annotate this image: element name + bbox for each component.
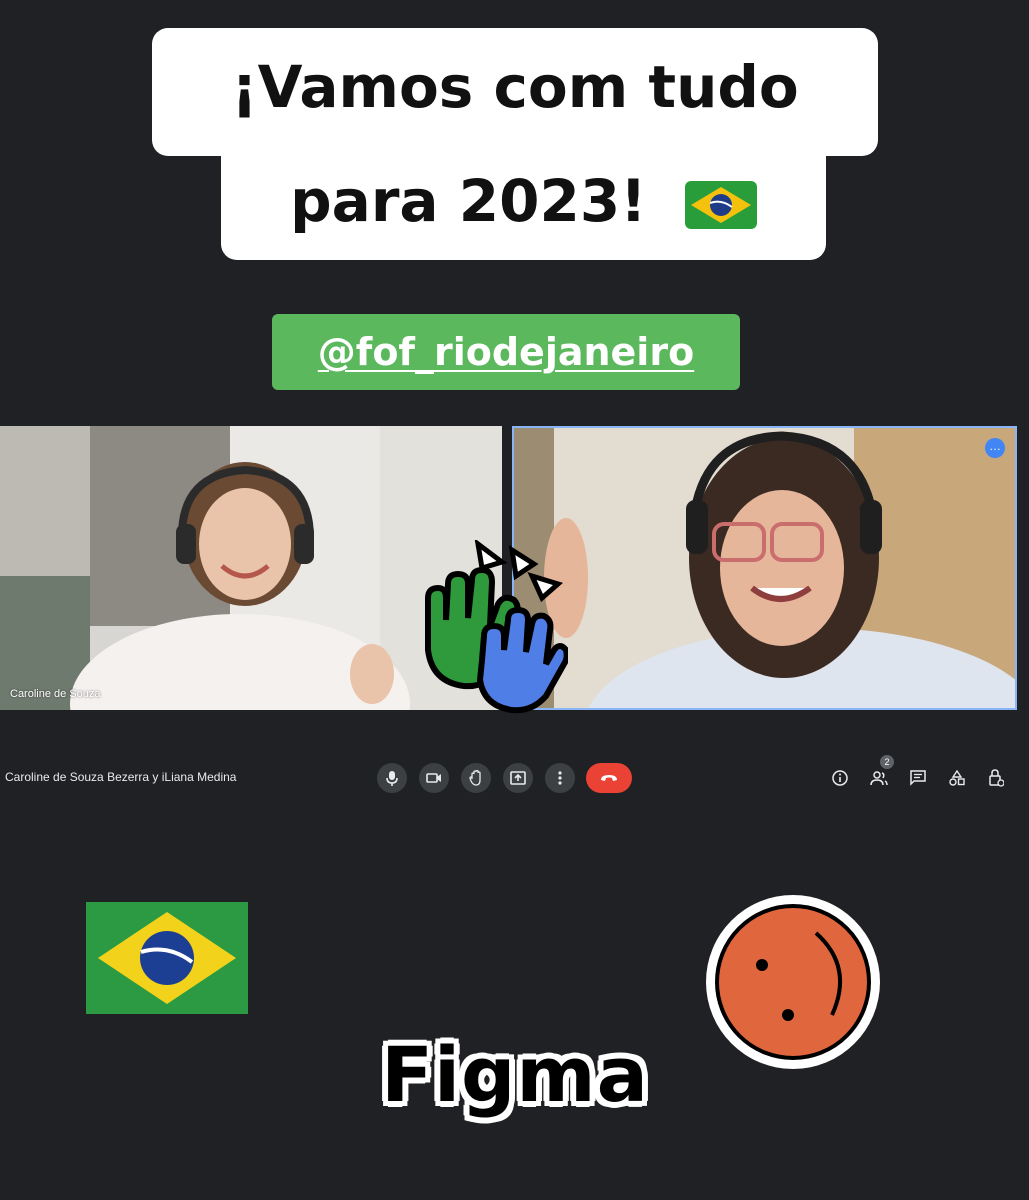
camera-button[interactable] [419, 763, 449, 793]
activities-icon [949, 770, 965, 786]
end-call-icon [601, 775, 617, 781]
figma-text-sticker: Figma [381, 1030, 649, 1119]
tile-more-options-icon[interactable]: … [985, 438, 1005, 458]
participant-name-left: Caroline de Souza [10, 688, 101, 700]
mic-button[interactable] [377, 763, 407, 793]
chat-button[interactable] [906, 766, 930, 790]
participant-video-right [514, 428, 1015, 708]
brazil-flag-sticker [86, 902, 248, 1014]
info-icon [832, 770, 848, 786]
caption-line-2: para 2023! [221, 140, 826, 260]
video-tile-right-active[interactable]: … [512, 426, 1017, 710]
present-icon [510, 771, 526, 785]
people-button[interactable] [867, 766, 891, 790]
more-vert-icon [558, 771, 562, 785]
end-call-button[interactable] [586, 763, 632, 793]
people-count-badge: 2 [880, 755, 894, 769]
caption-text-1: ¡Vamos com tudo [231, 53, 799, 121]
people-icon [870, 771, 888, 786]
high-five-hands-sticker [425, 540, 568, 714]
meeting-details-button[interactable] [828, 766, 852, 790]
host-controls-icon [989, 769, 1004, 787]
activities-button[interactable] [945, 766, 969, 790]
caption-text-2: para 2023! [290, 167, 647, 235]
camera-icon [426, 773, 441, 783]
more-options-button[interactable] [545, 763, 575, 793]
caption-line-1: ¡Vamos com tudo [152, 28, 878, 156]
meeting-participants-label: Caroline de Souza Bezerra y iLiana Medin… [5, 770, 237, 784]
host-controls-button[interactable] [984, 766, 1008, 790]
mention-text: @fof_riodejaneiro [317, 330, 695, 374]
raise-hand-button[interactable] [461, 763, 491, 793]
brazil-flag-emoji-icon [684, 180, 757, 229]
raise-hand-icon [469, 770, 481, 786]
mention-tag[interactable]: @fof_riodejaneiro [272, 314, 740, 390]
mic-icon [386, 771, 398, 786]
orange-smiley-sticker [706, 895, 880, 1069]
present-button[interactable] [503, 763, 533, 793]
chat-icon [910, 770, 926, 786]
